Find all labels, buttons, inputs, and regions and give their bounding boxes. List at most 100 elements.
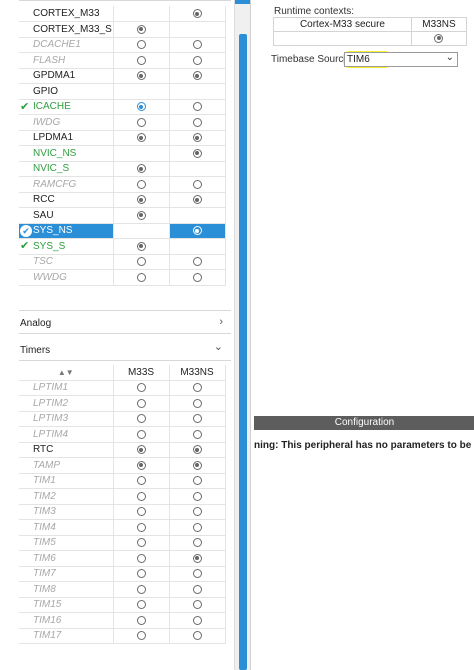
tim8-c1-cell[interactable] [113, 581, 170, 598]
sys-ns-c2-cell[interactable] [169, 223, 226, 239]
tim17-c1-cell[interactable] [113, 628, 170, 644]
icache-c1-radio[interactable] [136, 102, 146, 112]
lpdma1-c1-cell[interactable] [113, 130, 170, 146]
lptim3-c1-radio[interactable] [136, 414, 146, 424]
lptim3-c2-cell[interactable] [169, 411, 226, 427]
tim17-c1-radio[interactable] [136, 631, 146, 641]
ramcfg-c1-radio[interactable] [136, 179, 146, 189]
category-analog[interactable]: Analog › [19, 316, 231, 332]
peripheral-row[interactable]: SAU [19, 207, 226, 224]
peripheral-row[interactable]: LPTIM4 [19, 426, 226, 443]
flash-c1-cell[interactable] [113, 52, 170, 69]
gpdma1-c2-cell[interactable] [169, 68, 226, 84]
tim17-c2-cell[interactable] [169, 628, 226, 644]
rcc-c2-cell[interactable] [169, 192, 226, 208]
sys-s-c1-radio[interactable] [136, 241, 146, 251]
tim4-c2-cell[interactable] [169, 519, 226, 536]
wwdg-c1-radio[interactable] [136, 272, 146, 282]
cortex-m33-s-c1-radio[interactable] [136, 24, 146, 34]
tim5-c2-cell[interactable] [169, 535, 226, 551]
tim17-c2-radio[interactable] [192, 631, 202, 641]
peripheral-row[interactable]: TIM4 [19, 519, 226, 536]
rtc-c1-cell[interactable] [113, 442, 170, 458]
tim15-c1-cell[interactable] [113, 597, 170, 613]
tim15-c1-radio[interactable] [136, 600, 146, 610]
cortex-m33-c2-cell[interactable] [169, 6, 226, 22]
peripheral-row[interactable]: IWDG [19, 114, 226, 131]
peripheral-row[interactable]: LPTIM1 [19, 380, 226, 396]
icache-c1-cell[interactable] [113, 99, 170, 115]
runtime-m33ns-radio[interactable] [434, 33, 444, 43]
peripheral-row[interactable]: RTC [19, 442, 226, 458]
lpdma1-c2-cell[interactable] [169, 130, 226, 146]
peripheral-row[interactable]: ✔ SYS_NS [19, 223, 226, 239]
lptim3-c1-cell[interactable] [113, 411, 170, 427]
icache-c2-radio[interactable] [192, 102, 202, 112]
peripheral-row[interactable]: GPDMA1 [19, 68, 226, 84]
nvic-ns-c2-cell[interactable] [169, 145, 226, 162]
iwdg-c2-radio[interactable] [192, 117, 202, 127]
timebase-source-select[interactable]: TIM6 ⌄ [344, 52, 458, 67]
icache-c2-cell[interactable] [169, 99, 226, 115]
tim4-c1-cell[interactable] [113, 519, 170, 536]
tsc-c2-radio[interactable] [192, 257, 202, 267]
flash-c2-radio[interactable] [192, 55, 202, 65]
lpdma1-c1-radio[interactable] [136, 133, 146, 143]
sys-ns-c2-radio[interactable] [192, 226, 202, 236]
peripheral-row[interactable]: TIM15 [19, 597, 226, 613]
vertical-scrollbar[interactable] [234, 0, 251, 670]
tim6-c2-radio[interactable] [192, 553, 202, 563]
iwdg-c1-radio[interactable] [136, 117, 146, 127]
peripheral-row[interactable]: RCC [19, 192, 226, 208]
lptim1-c2-cell[interactable] [169, 380, 226, 396]
tim16-c1-radio[interactable] [136, 615, 146, 625]
scrollbar-thumb[interactable] [239, 34, 247, 670]
ramcfg-c1-cell[interactable] [113, 176, 170, 193]
lptim1-c1-cell[interactable] [113, 380, 170, 396]
peripheral-row[interactable]: TIM2 [19, 488, 226, 505]
dcache1-c2-radio[interactable] [192, 40, 202, 50]
peripheral-row[interactable]: FLASH [19, 52, 226, 69]
wwdg-c1-cell[interactable] [113, 269, 170, 286]
tim16-c2-radio[interactable] [192, 615, 202, 625]
tim3-c2-radio[interactable] [192, 507, 202, 517]
tim15-c2-cell[interactable] [169, 597, 226, 613]
wwdg-c2-radio[interactable] [192, 272, 202, 282]
peripheral-row[interactable]: LPTIM3 [19, 411, 226, 427]
tim7-c1-cell[interactable] [113, 566, 170, 582]
peripheral-row[interactable]: GPIO [19, 83, 226, 100]
lptim2-c2-radio[interactable] [192, 398, 202, 408]
lptim4-c1-cell[interactable] [113, 426, 170, 443]
tim2-c1-cell[interactable] [113, 488, 170, 505]
lptim2-c1-radio[interactable] [136, 398, 146, 408]
lpdma1-c2-radio[interactable] [192, 133, 202, 143]
ramcfg-c2-cell[interactable] [169, 176, 226, 193]
lptim4-c2-radio[interactable] [192, 429, 202, 439]
rtc-c2-cell[interactable] [169, 442, 226, 458]
tim5-c2-radio[interactable] [192, 538, 202, 548]
peripheral-row[interactable]: CORTEX_M33 [19, 6, 226, 22]
peripheral-row[interactable]: NVIC_NS [19, 145, 226, 162]
rtc-c1-radio[interactable] [136, 445, 146, 455]
peripheral-row[interactable]: LPTIM2 [19, 395, 226, 412]
tamp-c2-radio[interactable] [192, 460, 202, 470]
peripheral-row[interactable]: CORTEX_M33_S [19, 21, 226, 38]
tim2-c2-radio[interactable] [192, 491, 202, 501]
iwdg-c1-cell[interactable] [113, 114, 170, 131]
tim7-c2-radio[interactable] [192, 569, 202, 579]
flash-c1-radio[interactable] [136, 55, 146, 65]
lptim4-c2-cell[interactable] [169, 426, 226, 443]
tim1-c1-radio[interactable] [136, 476, 146, 486]
lptim2-c1-cell[interactable] [113, 395, 170, 412]
peripheral-row[interactable]: TAMP [19, 457, 226, 474]
tim8-c1-radio[interactable] [136, 584, 146, 594]
tim2-c2-cell[interactable] [169, 488, 226, 505]
lptim1-c1-radio[interactable] [136, 383, 146, 393]
dcache1-c1-cell[interactable] [113, 37, 170, 53]
sys-s-c1-cell[interactable] [113, 238, 170, 255]
tim1-c2-radio[interactable] [192, 476, 202, 486]
sau-c1-cell[interactable] [113, 207, 170, 224]
tim15-c2-radio[interactable] [192, 600, 202, 610]
iwdg-c2-cell[interactable] [169, 114, 226, 131]
lptim2-c2-cell[interactable] [169, 395, 226, 412]
